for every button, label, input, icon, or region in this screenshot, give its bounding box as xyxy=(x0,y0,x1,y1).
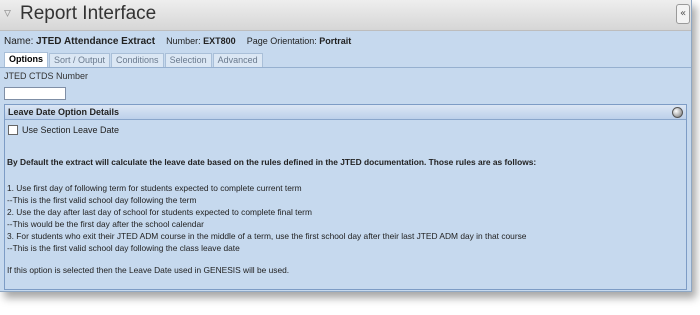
ctds-number-input[interactable] xyxy=(4,86,66,100)
rule-line: --This is the first valid school day fol… xyxy=(7,242,240,253)
rule-line: 1. Use first day of following term for s… xyxy=(7,183,302,193)
use-section-leave-date-row: Use Section Leave Date xyxy=(8,125,686,135)
rule-line: --This is the first valid school day fol… xyxy=(7,194,197,205)
report-interface-window: ▿ Report Interface « Name: JTED Attendan… xyxy=(0,0,692,292)
tab-advanced[interactable]: Advanced xyxy=(212,53,263,67)
rules-list: 1. Use first day of following term for s… xyxy=(7,183,686,254)
use-section-leave-date-checkbox[interactable] xyxy=(8,125,18,135)
collapse-button[interactable]: « xyxy=(676,4,690,24)
report-info: Name: JTED Attendance Extract Number: EX… xyxy=(0,31,691,51)
rule-line: --This would be the first day after the … xyxy=(7,218,204,229)
rule-line: 3. For students who exit their JTED ADM … xyxy=(7,230,527,241)
ctds-number-label: JTED CTDS Number xyxy=(4,71,89,81)
panel-toggle-icon[interactable] xyxy=(672,107,683,118)
funnel-icon: ▿ xyxy=(4,5,12,21)
rule-line: 2. Use the day after last day of school … xyxy=(7,206,312,217)
default-rules-text: By Default the extract will calculate th… xyxy=(7,157,537,167)
title-bar: ▿ Report Interface « xyxy=(0,0,691,31)
tab-selection[interactable]: Selection xyxy=(164,53,212,67)
panel-title: Leave Date Option Details xyxy=(8,107,120,117)
window-title: Report Interface xyxy=(20,3,157,24)
tab-strip: Options Sort / Output Conditions Selecti… xyxy=(0,52,691,68)
tab-conditions[interactable]: Conditions xyxy=(111,53,164,67)
page-orientation-label: Page Orientation: xyxy=(246,36,317,46)
leave-date-panel-header: Leave Date Option Details xyxy=(5,105,686,120)
genesis-note-text: If this option is selected then the Leav… xyxy=(7,265,290,276)
leave-date-panel: Leave Date Option Details Use Section Le… xyxy=(4,104,687,290)
report-name-label: Name: xyxy=(4,36,34,47)
tab-sort-output[interactable]: Sort / Output xyxy=(49,53,111,67)
report-number-value: EXT800 xyxy=(203,36,236,46)
page-orientation-value: Portrait xyxy=(319,36,352,46)
report-number-label: Number: xyxy=(166,36,201,46)
use-section-leave-date-label: Use Section Leave Date xyxy=(22,125,120,135)
report-name-value: JTED Attendance Extract xyxy=(35,36,156,47)
tab-options[interactable]: Options xyxy=(4,52,48,67)
